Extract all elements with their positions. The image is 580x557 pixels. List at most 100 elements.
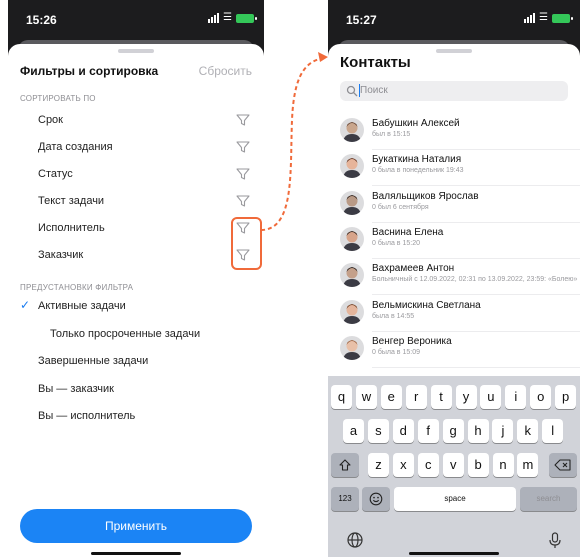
- avatar: [340, 154, 364, 179]
- contact-name: Бабушкин Алексей: [372, 118, 460, 129]
- preset-option-label: Завершенные задачи: [38, 355, 149, 367]
- key-v[interactable]: v: [442, 453, 464, 477]
- preset-option[interactable]: Вы — исполнитель: [8, 405, 264, 429]
- home-indicator: [91, 552, 181, 555]
- filter-screen: 15:26 ☰ Фильтры и сортировка Сбросить СО…: [8, 0, 264, 557]
- sort-option[interactable]: Статус: [8, 162, 264, 188]
- contact-row[interactable]: Валяльщиков Ярослав 0 был 6 сентября: [328, 187, 580, 223]
- key-d[interactable]: d: [392, 419, 414, 443]
- wifi-icon: ☰: [539, 12, 548, 23]
- preset-option-label: Вы — исполнитель: [38, 410, 136, 422]
- key-j[interactable]: j: [492, 419, 514, 443]
- key-k[interactable]: k: [517, 419, 539, 443]
- sheet-grabber[interactable]: [436, 49, 472, 53]
- globe-icon[interactable]: [346, 531, 364, 549]
- contact-name: Валяльщиков Ярослав: [372, 190, 479, 202]
- key-x[interactable]: x: [392, 453, 414, 477]
- preset-option-label: Активные задачи: [38, 300, 126, 312]
- microphone-icon[interactable]: [546, 531, 564, 549]
- status-icons: ☰: [524, 12, 573, 23]
- key-o[interactable]: o: [530, 385, 552, 409]
- status-bar: 15:27 ☰: [328, 0, 580, 38]
- search-key[interactable]: search: [520, 487, 577, 511]
- avatar: [340, 226, 364, 251]
- key-s[interactable]: s: [367, 419, 389, 443]
- sort-option[interactable]: Заказчик: [8, 243, 264, 269]
- sheet-title: Фильтры и сортировка: [20, 64, 159, 78]
- sort-option-label: Статус: [38, 168, 73, 180]
- search-input[interactable]: Поиск: [340, 81, 568, 101]
- sort-option[interactable]: Исполнитель: [8, 216, 264, 242]
- wifi-icon: ☰: [223, 12, 232, 23]
- key-t[interactable]: t: [430, 385, 452, 409]
- preset-option[interactable]: Только просроченные задачи: [8, 323, 264, 347]
- filter-funnel-icon[interactable]: [235, 112, 251, 128]
- sort-option-label: Исполнитель: [38, 222, 105, 234]
- battery-icon: [236, 13, 257, 23]
- status-bar: 15:26 ☰: [8, 0, 264, 38]
- contact-status: 0 была в 15:09: [372, 348, 420, 356]
- key-a[interactable]: a: [343, 419, 364, 443]
- key-i[interactable]: i: [505, 385, 527, 409]
- signal-icon: [208, 13, 220, 23]
- page-title: Контакты: [340, 54, 411, 71]
- preset-option[interactable]: ✓ Активные задачи: [8, 295, 264, 319]
- key-q[interactable]: q: [331, 385, 352, 409]
- key-c[interactable]: c: [417, 453, 439, 477]
- contact-status: 0 была в понедельник 19:43: [372, 167, 464, 175]
- key-r[interactable]: r: [405, 385, 427, 409]
- backspace-key[interactable]: [549, 453, 577, 477]
- contact-row[interactable]: Вахрамеев Антон Больничный с 12.09.2022, …: [328, 259, 580, 296]
- contact-status: была в 14:55: [372, 312, 415, 320]
- preset-option-label: Вы — заказчик: [38, 383, 114, 395]
- apply-button[interactable]: Применить: [20, 509, 252, 543]
- space-key[interactable]: space: [394, 487, 516, 511]
- key-u[interactable]: u: [480, 385, 502, 409]
- filter-funnel-icon[interactable]: [235, 139, 251, 155]
- key-l[interactable]: l: [542, 419, 564, 443]
- battery-icon: [552, 13, 573, 23]
- sort-option[interactable]: Срок: [8, 108, 264, 134]
- key-w[interactable]: w: [355, 385, 377, 409]
- contact-name: Венгер Вероника: [372, 335, 452, 347]
- numbers-key[interactable]: 123: [331, 487, 359, 511]
- key-p[interactable]: p: [555, 385, 577, 409]
- key-z[interactable]: z: [368, 453, 389, 477]
- key-y[interactable]: y: [455, 385, 477, 409]
- key-g[interactable]: g: [442, 419, 464, 443]
- checkmark-icon: ✓: [20, 298, 31, 312]
- key-m[interactable]: m: [517, 453, 539, 477]
- filter-funnel-icon[interactable]: [235, 166, 251, 182]
- key-n[interactable]: n: [492, 453, 514, 477]
- connector-arrow: [260, 52, 328, 231]
- key-e[interactable]: e: [380, 385, 402, 409]
- contact-row[interactable]: Васнина Елена 0 была в 15:20: [328, 223, 580, 259]
- sort-section-label: СОРТИРОВАТЬ ПО: [20, 94, 96, 103]
- sheet-grabber[interactable]: [118, 49, 154, 53]
- key-h[interactable]: h: [467, 419, 489, 443]
- contact-name: Вахрамеев Антон: [372, 263, 455, 275]
- preset-option[interactable]: Вы — заказчик: [8, 378, 264, 402]
- contact-row[interactable]: Вельмискина Светлана была в 14:55: [328, 296, 580, 332]
- shift-key[interactable]: [331, 453, 359, 477]
- contact-status: 0 была в 15:20: [372, 239, 420, 247]
- search-placeholder: Поиск: [360, 85, 388, 96]
- emoji-key[interactable]: [362, 487, 390, 511]
- emoji-icon: [369, 492, 383, 506]
- avatar: [340, 335, 364, 360]
- contact-row[interactable]: Венгер Вероника 0 была в 15:09: [328, 332, 580, 368]
- sort-option[interactable]: Текст задачи: [8, 189, 264, 215]
- contact-row[interactable]: Букаткина Наталия 0 была в понедельник 19…: [328, 150, 580, 187]
- preset-option[interactable]: Завершенные задачи: [8, 350, 264, 374]
- sort-option[interactable]: Дата создания: [8, 135, 264, 161]
- contact-status: Больничный с 12.09.2022, 02:31 по 13.09.…: [372, 276, 578, 284]
- shift-icon: [339, 459, 351, 471]
- search-icon: [346, 85, 358, 97]
- filter-funnel-icon[interactable]: [235, 193, 251, 209]
- reset-button[interactable]: Сбросить: [199, 64, 252, 78]
- contact-status: 0 был 6 сентября: [372, 203, 429, 211]
- key-f[interactable]: f: [417, 419, 439, 443]
- avatar: [340, 118, 364, 142]
- key-b[interactable]: b: [467, 453, 489, 477]
- contact-row[interactable]: Бабушкин Алексей был в 15:15: [328, 114, 580, 150]
